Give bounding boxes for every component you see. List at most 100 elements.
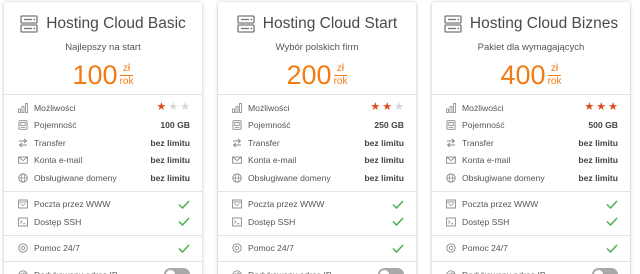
feature-label: Pomoc 24/7 [34, 243, 80, 254]
feature-label: Możliwości [34, 102, 76, 113]
plan-header: Hosting Cloud Basic Najlepszy na start 1… [4, 2, 202, 90]
toggle-knob [380, 270, 389, 274]
check-icon [606, 200, 618, 209]
feature-value: bez limitu [150, 172, 190, 183]
rating-stars: ★ ★ ★ [370, 102, 404, 113]
plan-header: Hosting Cloud Start Wybór polskich firm … [218, 2, 416, 90]
browser-icon [446, 199, 456, 209]
feature-row-domains: Obsługiwane domeny bez limitu [218, 169, 416, 187]
feature-label: Transfer [462, 137, 494, 148]
feature-value: bez limitu [150, 155, 190, 166]
toggle-knob [594, 270, 603, 274]
feature-row-capabilities: Możliwości ★ ★ ★ [218, 99, 416, 117]
price-currency: zł [547, 63, 562, 76]
feature-value: bez limitu [578, 137, 618, 148]
server-icon [237, 15, 255, 33]
terminal-icon [446, 217, 456, 227]
terminal-icon [18, 217, 28, 227]
feature-label: Poczta przez WWW [34, 199, 111, 210]
plan-card-3: Hosting Cloud Biznes Pakiet dla wymagają… [432, 2, 630, 274]
price-period: rok [119, 76, 134, 87]
feature-row-transfer: Transfer bez limitu [4, 134, 202, 152]
feature-row-storage: Pojemność 250 GB [218, 117, 416, 135]
check-icon [178, 200, 190, 209]
check-icon [392, 200, 404, 209]
feature-row-ssh: Dostęp SSH [432, 213, 630, 231]
plan-title: Hosting Cloud Start [262, 15, 398, 32]
feature-label: Konta e-mail [248, 155, 297, 166]
dedicated-ip-toggle[interactable] [164, 268, 190, 274]
feature-row-webmail: Poczta przez WWW [4, 196, 202, 214]
feature-label: Możliwości [248, 102, 290, 113]
feature-value: bez limitu [364, 172, 404, 183]
rating-stars: ★ ★ ★ [584, 102, 618, 113]
plan-header: Hosting Cloud Biznes Pakiet dla wymagają… [432, 2, 630, 90]
feature-label: Konta e-mail [34, 155, 83, 166]
feature-row-emails: Konta e-mail bez limitu [218, 152, 416, 170]
feature-label: Transfer [34, 137, 66, 148]
price-currency: zł [333, 63, 348, 76]
feature-label: Transfer [248, 137, 280, 148]
browser-icon [232, 199, 242, 209]
star-empty-icon: ★ [180, 101, 190, 114]
feature-row-emails: Konta e-mail bez limitu [4, 152, 202, 170]
star-filled-icon: ★ [608, 101, 618, 114]
feature-label: Pomoc 24/7 [248, 243, 294, 254]
feature-row-capabilities: Możliwości ★ ★ ★ [4, 99, 202, 117]
server-icon [20, 15, 38, 33]
terminal-icon [232, 217, 242, 227]
feature-label: Konta e-mail [462, 155, 511, 166]
database-icon [232, 120, 242, 131]
price-value: 400 [500, 60, 546, 90]
globe-icon [232, 173, 242, 183]
feature-row-transfer: Transfer bez limitu [432, 134, 630, 152]
feature-value: 500 GB [588, 120, 618, 131]
feature-value: bez limitu [364, 137, 404, 148]
feature-label: Dostęp SSH [34, 216, 82, 227]
feature-row-support: Pomoc 24/7 [4, 240, 202, 258]
check-icon [392, 244, 404, 253]
check-icon [606, 217, 618, 227]
bar-chart-icon [232, 102, 242, 113]
feature-label: Obsługiwane domeny [248, 172, 331, 183]
feature-label: Pojemność [462, 120, 505, 131]
feature-label: Pomoc 24/7 [462, 243, 508, 254]
support-icon [446, 243, 456, 253]
bar-chart-icon [446, 102, 456, 113]
plan-price: 400 zł rok [432, 59, 630, 99]
plan-card-2: Hosting Cloud Start Wybór polskich firm … [218, 2, 416, 274]
feature-row-domains: Obsługiwane domeny bez limitu [432, 169, 630, 187]
dedicated-ip-toggle[interactable] [592, 268, 618, 274]
feature-row-storage: Pojemność 100 GB [4, 117, 202, 135]
plan-subtitle: Najlepszy na start [65, 42, 141, 53]
price-period: rok [547, 76, 562, 87]
feature-value: 100 GB [160, 120, 190, 131]
plan-subtitle: Pakiet dla wymagających [477, 42, 585, 53]
star-filled-icon: ★ [596, 101, 607, 114]
plan-subtitle: Wybór polskich firm [275, 42, 359, 53]
plan-title: Hosting Cloud Biznes [469, 15, 619, 32]
feature-row-dedicated-ip: Dedykowany adres IP [432, 266, 630, 274]
feature-row-capabilities: Możliwości ★ ★ ★ [432, 99, 630, 117]
rating-stars: ★ ★ ★ [156, 102, 190, 113]
feature-label: Pojemność [248, 120, 291, 131]
ip-icon [232, 270, 242, 274]
price-value: 100 [72, 60, 118, 90]
star-filled-icon: ★ [584, 101, 595, 114]
feature-row-emails: Konta e-mail bez limitu [432, 152, 630, 170]
toggle-knob [166, 270, 175, 274]
feature-label: Dedykowany adres IP [248, 270, 378, 274]
feature-value: bez limitu [150, 137, 190, 148]
browser-icon [18, 199, 28, 209]
feature-label: Dostęp SSH [462, 216, 510, 227]
globe-icon [18, 173, 28, 183]
ip-icon [18, 270, 28, 274]
feature-row-support: Pomoc 24/7 [218, 240, 416, 258]
transfer-icon [18, 138, 28, 148]
feature-row-dedicated-ip: Dedykowany adres IP [218, 266, 416, 274]
star-empty-icon: ★ [394, 101, 404, 114]
database-icon [446, 120, 456, 131]
dedicated-ip-toggle[interactable] [378, 268, 404, 274]
price-currency: zł [119, 63, 134, 76]
feature-row-domains: Obsługiwane domeny bez limitu [4, 169, 202, 187]
